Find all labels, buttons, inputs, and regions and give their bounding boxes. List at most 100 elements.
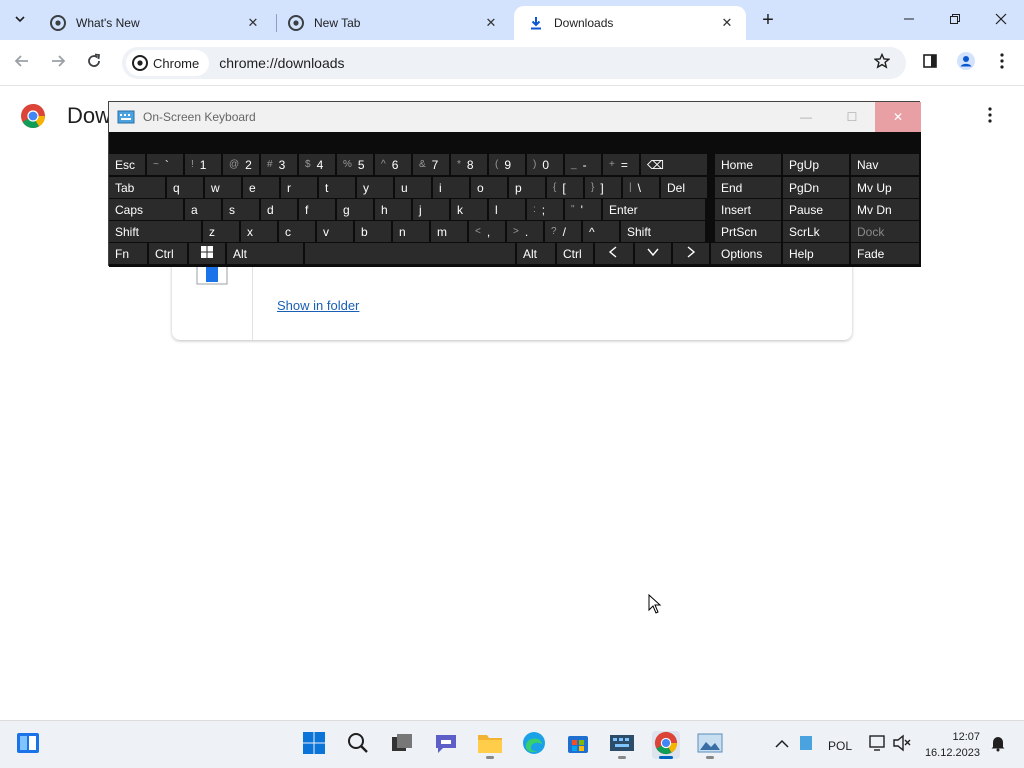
key-u[interactable]: u [395, 177, 431, 198]
key-home[interactable]: Home [715, 154, 781, 175]
key-symbol[interactable]: _ - [565, 154, 601, 175]
key-ctrl[interactable]: Ctrl [149, 243, 187, 264]
key-prtscn[interactable]: PrtScn [715, 221, 781, 242]
key-j[interactable]: j [413, 199, 449, 220]
key-pgdn[interactable]: PgDn [783, 177, 849, 198]
address-bar[interactable]: Chrome chrome://downloads [122, 47, 906, 79]
key-symbol[interactable]: | \ [623, 177, 659, 198]
profile-button[interactable] [952, 49, 980, 77]
clock[interactable]: 12:07 16.12.2023 [925, 729, 980, 761]
key-symbol[interactable]: ^ [583, 221, 619, 242]
key-2[interactable]: @2 [223, 154, 259, 175]
key-symbol[interactable]: + = [603, 154, 639, 175]
key-symbol[interactable]: " ' [565, 199, 601, 220]
close-tab-icon[interactable]: ✕ [482, 14, 500, 32]
key-symbol[interactable]: >. [507, 221, 543, 242]
tab-new-tab[interactable]: New Tab ✕ [274, 6, 510, 40]
key-pause[interactable]: Pause [783, 199, 849, 220]
close-tab-icon[interactable]: ✕ [718, 14, 736, 32]
teams-chat-button[interactable] [432, 731, 460, 759]
key-shift[interactable]: Shift [109, 221, 201, 242]
key-r[interactable]: r [281, 177, 317, 198]
key-fn[interactable]: Fn [109, 243, 147, 264]
key-l[interactable]: l [489, 199, 525, 220]
key-symbol[interactable]: ⌫ [641, 154, 707, 175]
key-symbol[interactable]: }] [585, 177, 621, 198]
key-0[interactable]: ) 0 [527, 154, 563, 175]
key-w[interactable]: w [205, 177, 241, 198]
forward-button[interactable] [44, 49, 72, 77]
chrome-menu-button[interactable] [988, 49, 1016, 77]
key-7[interactable]: & 7 [413, 154, 449, 175]
key-3[interactable]: #3 [261, 154, 297, 175]
key-m[interactable]: m [431, 221, 467, 242]
key-down-arrow[interactable] [635, 243, 671, 264]
osk-title-bar[interactable]: On-Screen Keyboard — ☐ ✕ [109, 102, 921, 132]
key-symbol[interactable]: <, [469, 221, 505, 242]
key-n[interactable]: n [393, 221, 429, 242]
start-button[interactable] [300, 731, 328, 759]
back-button[interactable] [8, 49, 36, 77]
key-t[interactable]: t [319, 177, 355, 198]
edge-button[interactable] [520, 731, 548, 759]
key-mv-dn[interactable]: Mv Dn [851, 199, 919, 220]
tab-search-button[interactable] [8, 8, 32, 32]
new-tab-button[interactable]: + [756, 8, 780, 32]
key-f[interactable]: f [299, 199, 335, 220]
volume-button[interactable] [888, 731, 916, 759]
show-in-folder-link[interactable]: Show in folder [277, 298, 359, 313]
key-v[interactable]: v [317, 221, 353, 242]
key-alt[interactable]: Alt [227, 243, 303, 264]
notifications-button[interactable] [984, 731, 1012, 759]
url-text[interactable]: chrome://downloads [219, 55, 344, 71]
key-q[interactable]: q [167, 177, 203, 198]
widgets-button[interactable] [14, 731, 42, 759]
key-right-shift[interactable]: Shift [621, 221, 705, 242]
store-button[interactable] [564, 731, 592, 759]
osk-close-button[interactable]: ✕ [875, 102, 921, 132]
key-i[interactable]: i [433, 177, 469, 198]
reload-button[interactable] [80, 49, 108, 77]
key-options[interactable]: Options [715, 243, 781, 264]
key-windows[interactable] [189, 243, 225, 264]
close-tab-icon[interactable]: ✕ [244, 14, 262, 32]
key-s[interactable]: s [223, 199, 259, 220]
chrome-taskbar-button[interactable] [652, 731, 680, 759]
key-insert[interactable]: Insert [715, 199, 781, 220]
key-scrlk[interactable]: ScrLk [783, 221, 849, 242]
restore-button[interactable] [932, 0, 978, 40]
side-panel-button[interactable] [916, 49, 944, 77]
key-left-arrow[interactable] [595, 243, 633, 264]
key-9[interactable]: (9 [489, 154, 525, 175]
key-1[interactable]: ! 1 [185, 154, 221, 175]
key-ctrl-right[interactable]: Ctrl [557, 243, 593, 264]
osk-taskbar-button[interactable] [608, 731, 636, 759]
key-dock[interactable]: Dock [851, 221, 919, 242]
key-nav[interactable]: Nav [851, 154, 919, 175]
key-a[interactable]: a [185, 199, 221, 220]
photos-button[interactable] [696, 731, 724, 759]
close-window-button[interactable] [978, 0, 1024, 40]
key-k[interactable]: k [451, 199, 487, 220]
key-symbol[interactable]: ? / [545, 221, 581, 242]
key-symbol[interactable]: ~ ` [147, 154, 183, 175]
key-5[interactable]: % 5 [337, 154, 373, 175]
tray-app-button[interactable] [792, 731, 820, 759]
key-e[interactable]: e [243, 177, 279, 198]
key-pgup[interactable]: PgUp [783, 154, 849, 175]
file-explorer-button[interactable] [476, 731, 504, 759]
osk-minimize-button[interactable]: — [783, 102, 829, 132]
key-b[interactable]: b [355, 221, 391, 242]
osk-maximize-button[interactable]: ☐ [829, 102, 875, 132]
minimize-button[interactable] [886, 0, 932, 40]
key-h[interactable]: h [375, 199, 411, 220]
key-4[interactable]: $4 [299, 154, 335, 175]
key-alt-right[interactable]: Alt [517, 243, 555, 264]
key-right-arrow[interactable] [673, 243, 709, 264]
key-symbol[interactable]: :; [527, 199, 563, 220]
key-c[interactable]: c [279, 221, 315, 242]
key-del[interactable]: Del [661, 177, 707, 198]
site-info-chip[interactable]: Chrome [126, 50, 210, 76]
key-help[interactable]: Help [783, 243, 849, 264]
key-8[interactable]: * 8 [451, 154, 487, 175]
